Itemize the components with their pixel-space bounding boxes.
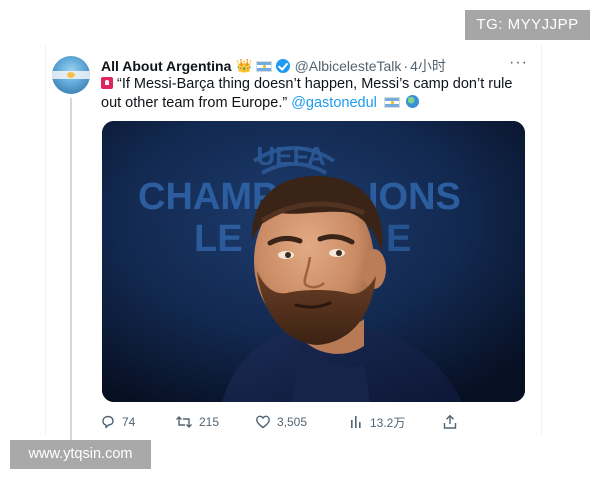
tweet-media-image[interactable]: UEFA CHAMP IONS LE E <box>102 121 525 402</box>
site-watermark: www.ytqsin.com <box>10 440 151 469</box>
reply-button[interactable]: 74 <box>100 412 135 432</box>
tweet-action-bar: 74 215 3,505 13.2万 <box>100 412 520 432</box>
author-handle[interactable]: @AlbicelesteTalk <box>295 58 402 74</box>
mention-link[interactable]: @gastonedul <box>291 95 377 111</box>
siren-emoji-icon <box>101 77 113 89</box>
share-button[interactable] <box>442 412 458 432</box>
reply-count: 74 <box>122 415 136 429</box>
backdrop-text-uefa: UEFA <box>256 141 326 171</box>
like-button[interactable]: 3,505 <box>255 412 307 432</box>
author-name[interactable]: All About Argentina <box>101 58 231 74</box>
share-icon <box>443 414 457 429</box>
retweet-icon <box>176 416 192 428</box>
verified-badge-icon[interactable] <box>275 59 290 73</box>
thread-line <box>70 98 72 440</box>
views-button[interactable]: 13.2万 <box>348 412 405 432</box>
tweet-header: All About Argentina 👑 @AlbicelesteTalk ·… <box>101 56 446 76</box>
argentina-flag-icon <box>383 97 400 108</box>
heart-icon <box>256 415 270 429</box>
reply-icon <box>102 415 114 429</box>
backdrop-text-e: E <box>386 218 411 260</box>
like-count: 3,505 <box>277 415 308 429</box>
tweet-timestamp[interactable]: 4小时 <box>410 56 446 76</box>
messi-photo: UEFA CHAMP IONS LE E <box>102 121 525 402</box>
globe-emoji-icon <box>405 95 419 108</box>
header-separator: · <box>403 58 409 74</box>
views-count: 13.2万 <box>370 415 406 430</box>
argentina-flag-icon <box>255 60 272 72</box>
telegram-overlay-label: TG: MYYJJPP <box>465 10 590 40</box>
views-chart-icon <box>351 416 361 428</box>
tweet-text: “If Messi-Barça thing doesn’t happen, Me… <box>101 75 516 113</box>
retweet-count: 215 <box>199 415 220 429</box>
more-options-button[interactable]: ··· <box>509 55 528 71</box>
avatar[interactable] <box>52 56 90 94</box>
crown-emoji-icon: 👑 <box>236 58 253 73</box>
backdrop-text-ions: IONS <box>368 176 461 218</box>
retweet-button[interactable]: 215 <box>175 412 219 432</box>
backdrop-text-le: LE <box>194 218 243 260</box>
avatar-sun-icon <box>67 72 75 78</box>
